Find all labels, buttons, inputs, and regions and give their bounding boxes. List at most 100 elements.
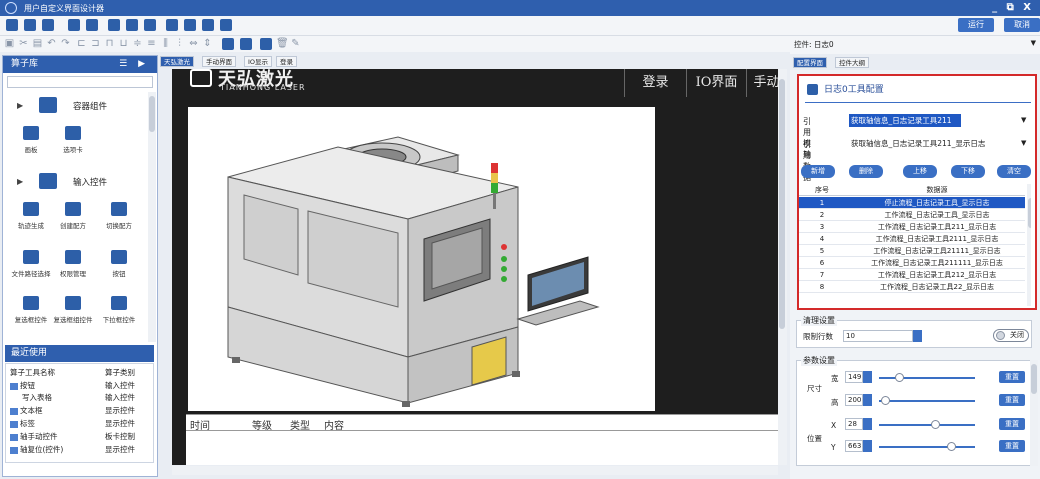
bring-front-icon[interactable] — [222, 38, 234, 50]
run-button[interactable]: 运行 — [958, 18, 994, 32]
tab-login[interactable]: 登录 — [276, 56, 297, 67]
reset-y-button[interactable]: 重置 — [999, 440, 1025, 452]
chevron-down-icon[interactable]: ▼ — [1021, 116, 1026, 124]
layout-icon[interactable] — [166, 19, 178, 31]
distribute-v-icon[interactable]: ⫶ — [174, 38, 185, 49]
y-slider-knob[interactable] — [947, 442, 956, 451]
component-tab[interactable]: 选项卡 — [51, 126, 95, 154]
align-top-icon[interactable]: ⊓ — [104, 38, 115, 49]
expand-arrow-icon[interactable]: ▶ — [17, 101, 23, 110]
new-file-icon[interactable] — [6, 19, 18, 31]
height-slider[interactable] — [879, 400, 975, 402]
control-name-select[interactable]: 控件: 日志0 — [794, 39, 834, 50]
preview-eye-icon[interactable] — [108, 19, 120, 31]
y-input[interactable]: 663 — [845, 440, 863, 452]
table-scrollbar[interactable] — [1027, 184, 1031, 306]
open-folder-icon[interactable] — [24, 19, 36, 31]
nav-io-button[interactable]: IO界面 — [686, 69, 746, 97]
ref-axis-select[interactable]: 获取轴信息_日志记录工具211 — [849, 114, 961, 127]
limit-rows-input[interactable]: 10 — [843, 330, 913, 342]
limit-rows-spinner[interactable] — [913, 330, 922, 342]
cut-icon[interactable]: ✂ — [18, 38, 29, 49]
width-slider-knob[interactable] — [895, 373, 904, 382]
reset-width-button[interactable]: 重置 — [999, 371, 1025, 383]
component-checkbox-group[interactable]: 复选框组控件 — [51, 296, 95, 324]
nav-manual-button[interactable]: 手动 — [746, 69, 778, 97]
y-slider[interactable] — [879, 446, 975, 448]
align-left-icon[interactable]: ⊏ — [76, 38, 87, 49]
lock-icon[interactable] — [260, 38, 272, 50]
grid-icon[interactable] — [184, 19, 196, 31]
width-slider[interactable] — [879, 377, 975, 379]
table-row[interactable]: 2 工作流程_日志记录工具_显示日志 — [799, 209, 1025, 221]
redo-icon[interactable]: ↷ — [60, 38, 71, 49]
align-bottom-icon[interactable]: ⊔ — [118, 38, 129, 49]
tab-manual[interactable]: 手动界面 — [202, 56, 236, 67]
expand-arrow-icon[interactable]: ▶ — [17, 177, 23, 186]
move-down-button[interactable]: 下移 — [951, 165, 985, 178]
list-item[interactable]: 文本框 显示控件 — [10, 405, 150, 417]
table-row[interactable]: 6 工作流程_日志记录工具211111_显示日志 — [799, 257, 1025, 269]
warning-icon[interactable] — [202, 19, 214, 31]
library-search-input[interactable] — [7, 76, 153, 88]
ref-data-select[interactable]: 获取轴信息_日志记录工具211_显示日志 — [849, 137, 1029, 150]
paste-icon[interactable]: ▤ — [32, 38, 43, 49]
right-panel-scrollbar[interactable] — [1030, 360, 1038, 466]
undo-icon[interactable]: ↶ — [46, 38, 57, 49]
category-input[interactable]: ▶ 输入控件 — [11, 170, 151, 194]
component-trajectory[interactable]: 轨迹生成 — [9, 202, 53, 230]
x-slider[interactable] — [879, 424, 975, 426]
x-input[interactable]: 28 — [845, 418, 863, 430]
move-up-button[interactable]: 上移 — [903, 165, 937, 178]
copy-icon[interactable]: ▣ — [4, 38, 15, 49]
table-row[interactable]: 4 工作流程_日志记录工具2111_显示日志 — [799, 233, 1025, 245]
align-middle-icon[interactable]: ≡ — [146, 38, 157, 49]
component-create-recipe[interactable]: 创建配方 — [51, 202, 95, 230]
cancel-button[interactable]: 取消 — [1004, 18, 1040, 32]
reset-height-button[interactable]: 重置 — [999, 394, 1025, 406]
delete-icon[interactable]: 🗑 — [276, 38, 289, 49]
save-icon[interactable] — [42, 19, 54, 31]
list-item[interactable]: 轴复位(控件) 显示控件 — [10, 444, 150, 456]
height-spinner[interactable] — [863, 394, 872, 406]
panel-menu-icon[interactable]: ☰ ▶ — [119, 56, 149, 73]
y-spinner[interactable] — [863, 440, 872, 452]
component-button[interactable]: 按钮 — [97, 250, 141, 278]
component-canvas[interactable]: 画板 — [9, 126, 53, 154]
align-center-icon[interactable]: ≑ — [132, 38, 143, 49]
save-as-icon[interactable] — [86, 19, 98, 31]
category-container[interactable]: ▶ 容器组件 — [11, 94, 151, 118]
window-controls[interactable]: _ ⧉ X — [992, 2, 1034, 13]
add-button[interactable]: 新增 — [801, 165, 835, 178]
tab-tianhong[interactable]: 天弘激光 — [160, 56, 194, 67]
auto-clear-toggle[interactable]: 关闭 — [993, 329, 1029, 342]
tab-outline[interactable]: 控件大纲 — [835, 57, 869, 68]
chevron-down-icon[interactable]: ▼ — [1021, 139, 1026, 147]
delete-button[interactable]: 删除 — [849, 165, 883, 178]
list-item[interactable]: 轴手动控件 板卡控制 — [10, 431, 150, 443]
distribute-h-icon[interactable]: ⫼ — [160, 38, 171, 49]
x-slider-knob[interactable] — [931, 420, 940, 429]
align-right-icon[interactable]: ⊐ — [90, 38, 101, 49]
list-item[interactable]: 按钮 输入控件 — [10, 380, 150, 392]
wand-icon[interactable]: ✎ — [290, 38, 301, 49]
upload-icon[interactable] — [144, 19, 156, 31]
nav-login-button[interactable]: 登录 — [624, 69, 686, 97]
clear-button[interactable]: 清空 — [997, 165, 1031, 178]
tab-io[interactable]: IO显示 — [244, 56, 273, 67]
width-input[interactable]: 149 — [845, 371, 863, 383]
component-dropdown[interactable]: 下拉框控件 — [97, 296, 141, 324]
same-height-icon[interactable]: ⇕ — [202, 38, 213, 49]
component-checkbox[interactable]: 复选框控件 — [9, 296, 53, 324]
library-scrollbar[interactable] — [148, 92, 156, 342]
component-switch-recipe[interactable]: 切换配方 — [97, 202, 141, 230]
table-row[interactable]: 3 工作流程_日志记录工具211_显示日志 — [799, 221, 1025, 233]
share-icon[interactable] — [126, 19, 138, 31]
height-slider-knob[interactable] — [881, 396, 890, 405]
send-back-icon[interactable] — [240, 38, 252, 50]
width-spinner[interactable] — [863, 371, 872, 383]
x-spinner[interactable] — [863, 418, 872, 430]
same-width-icon[interactable]: ⇔ — [188, 38, 199, 49]
tab-config[interactable]: 配置界面 — [793, 57, 827, 68]
canvas-horizontal-scrollbar[interactable] — [172, 466, 778, 475]
